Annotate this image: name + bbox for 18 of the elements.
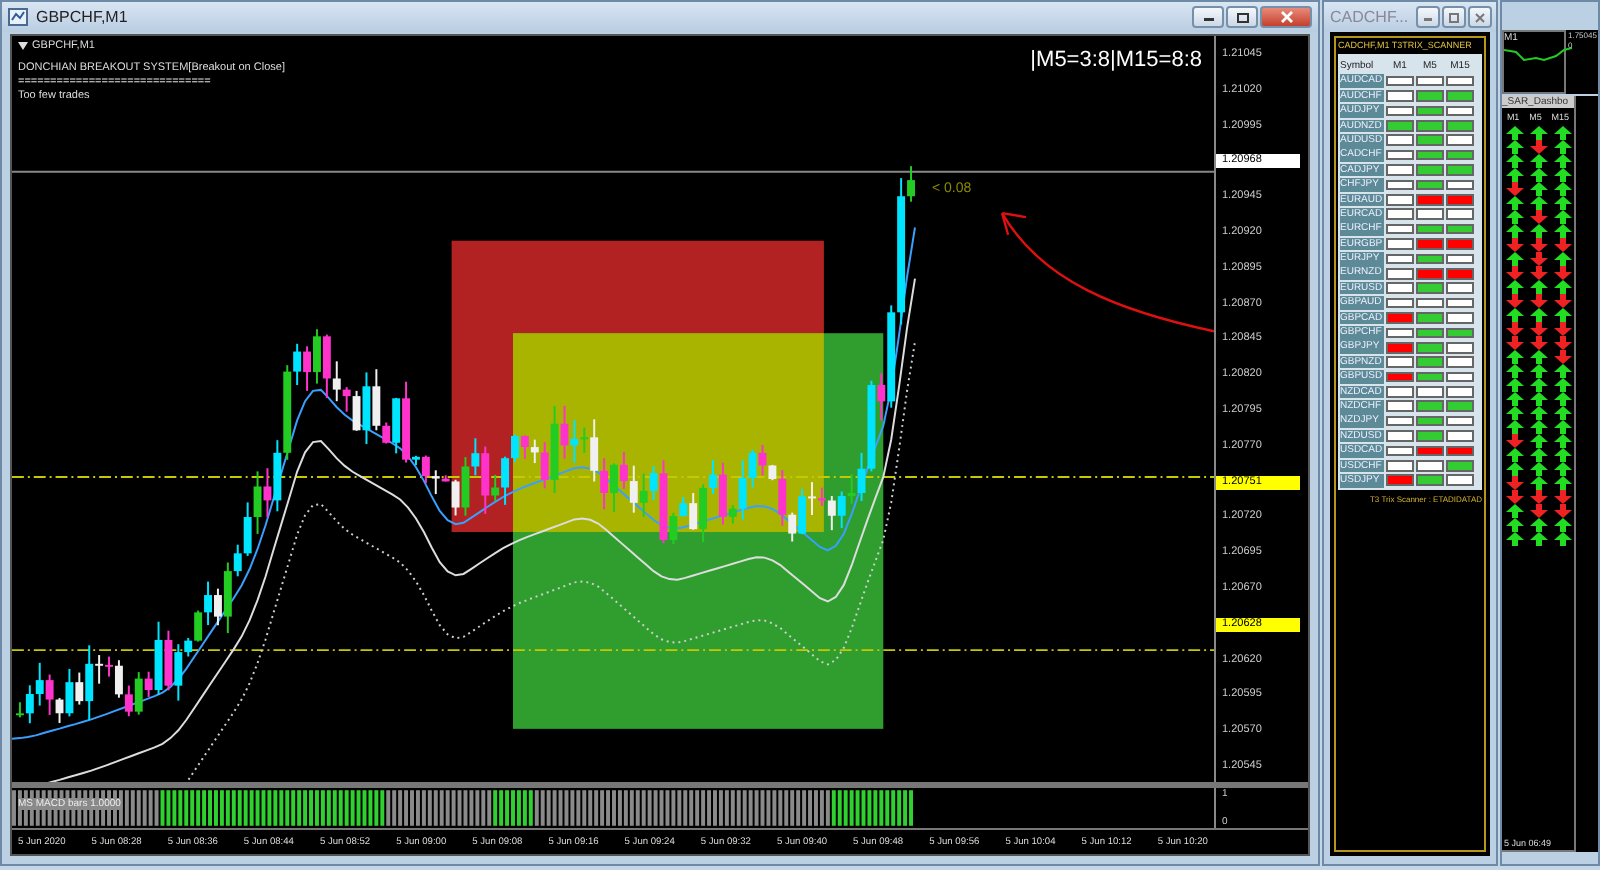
close-button[interactable]	[1260, 6, 1312, 28]
close-button[interactable]	[1468, 6, 1493, 28]
minimize-button[interactable]	[1192, 6, 1224, 28]
triangle-icon	[18, 42, 28, 50]
maximize-icon	[1235, 11, 1249, 23]
chart-window-icon	[8, 8, 28, 26]
down-arrow-icon	[1505, 434, 1523, 448]
minimize-icon	[1201, 12, 1215, 22]
close-icon	[1474, 11, 1487, 23]
down-arrow-icon	[1529, 140, 1547, 154]
window-title: GBPCHF,M1	[36, 8, 128, 26]
window-title: CADCHF...	[1330, 8, 1409, 26]
maximize-button[interactable]	[1226, 6, 1258, 28]
close-icon	[1279, 10, 1293, 24]
maximize-icon	[1448, 11, 1461, 23]
sparkline-drawing	[1504, 44, 1572, 64]
minimize-icon	[1422, 12, 1435, 22]
timeframe-status: |M5=3:8|M15=8:8	[1030, 48, 1202, 72]
